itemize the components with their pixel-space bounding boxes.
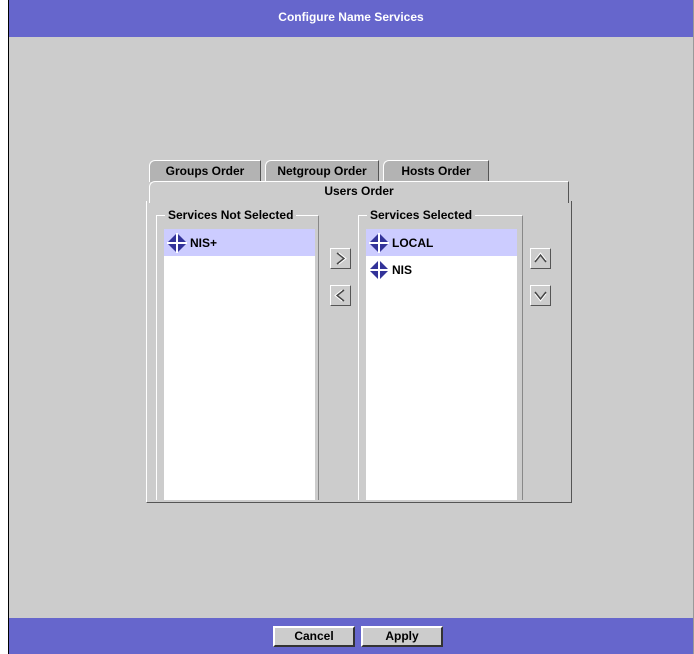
list-item-nisplus[interactable]: NIS+ — [164, 229, 315, 256]
list-item-local[interactable]: LOCAL — [366, 229, 517, 256]
list-item-nis[interactable]: NIS — [366, 256, 517, 283]
services-not-selected-list[interactable]: NIS+ — [164, 229, 315, 500]
tab-netgroup-order[interactable]: Netgroup Order — [265, 160, 379, 182]
chevron-down-icon — [534, 291, 547, 302]
apply-button[interactable]: Apply — [361, 626, 443, 647]
chevron-up-icon — [534, 252, 547, 263]
list-item-label: NIS — [392, 262, 413, 277]
tab-users-order[interactable]: Users Order — [149, 181, 569, 203]
cancel-button[interactable]: Cancel — [273, 626, 355, 647]
chevron-right-icon — [336, 252, 347, 265]
services-selected-legend: Services Selected — [367, 207, 476, 223]
add-service-button[interactable] — [330, 248, 351, 269]
move-down-button[interactable] — [530, 285, 551, 306]
list-item-label: NIS+ — [190, 235, 218, 250]
title-bar: Configure Name Services — [9, 0, 693, 37]
move-up-button[interactable] — [530, 248, 551, 269]
chevron-left-icon — [334, 289, 345, 302]
services-selected-group: Services Selected LOCAL NIS — [358, 207, 523, 500]
dialog-window: Configure Name Services Groups Order Net… — [8, 0, 694, 654]
service-diamond-icon — [369, 232, 389, 253]
window-title: Configure Name Services — [278, 10, 424, 24]
service-diamond-icon — [369, 259, 389, 280]
tab-hosts-order[interactable]: Hosts Order — [383, 160, 489, 182]
remove-service-button[interactable] — [330, 285, 351, 306]
button-bar: Cancel Apply — [9, 618, 693, 654]
services-not-selected-legend: Services Not Selected — [165, 207, 297, 223]
tab-groups-order[interactable]: Groups Order — [149, 160, 261, 182]
services-not-selected-group: Services Not Selected NIS+ — [156, 207, 319, 500]
list-item-label: LOCAL — [392, 235, 434, 250]
service-diamond-icon — [167, 232, 187, 253]
services-selected-list[interactable]: LOCAL NIS — [366, 229, 517, 500]
